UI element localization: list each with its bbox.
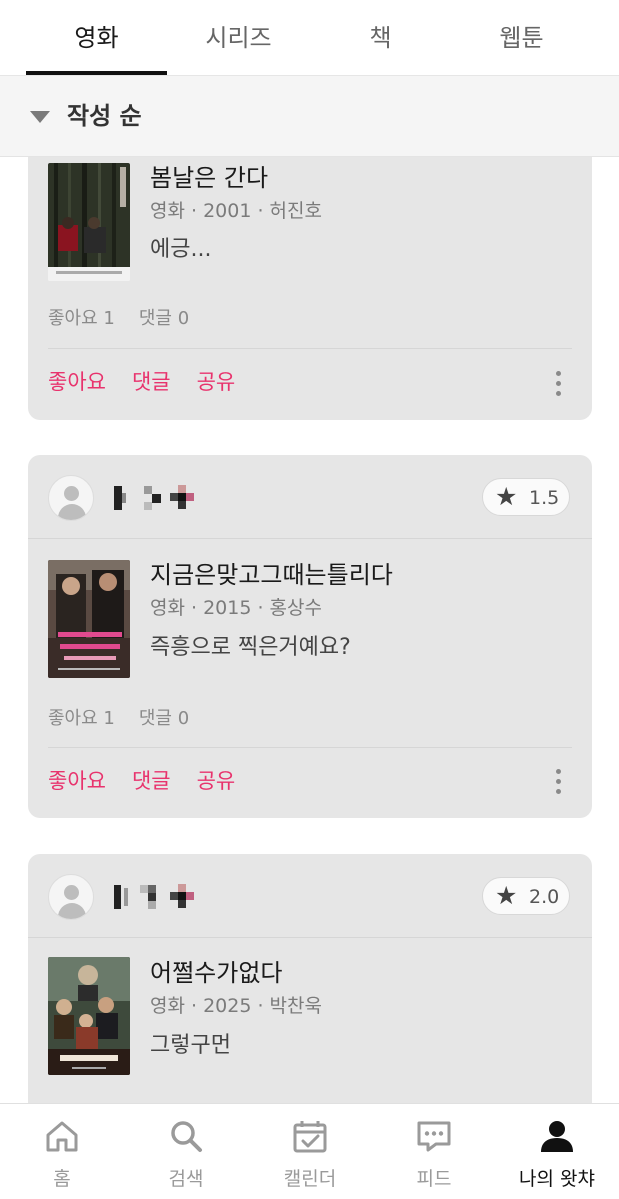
movie-title[interactable]: 어쩔수가없다	[150, 957, 282, 989]
avatar[interactable]	[48, 475, 94, 521]
like-button[interactable]: 좋아요	[48, 769, 106, 793]
username-censored[interactable]	[112, 880, 242, 914]
category-tabs: 영화 시리즈 책 웹툰	[0, 0, 619, 76]
like-count: 좋아요 1	[48, 708, 115, 729]
nav-feed[interactable]: 피드	[372, 1104, 496, 1199]
nav-calendar[interactable]: 캘린더	[248, 1104, 372, 1199]
username-censored[interactable]	[112, 481, 242, 515]
nav-search[interactable]: 검색	[124, 1104, 248, 1199]
calendar-icon	[293, 1121, 327, 1153]
nav-home[interactable]: 홈	[0, 1104, 124, 1199]
comment-card[interactable]: ★ 2.0 어쩔수가없다 영화 · 2025 · 박찬욱 그렇구먼	[28, 854, 592, 1103]
rating-score: 1.5	[529, 487, 560, 509]
comment-feed[interactable]: 봄날은 간다 영화 · 2001 · 허진호 에긍... 좋아요 1 댓글 0 좋…	[0, 157, 619, 1103]
reply-button[interactable]: 댓글	[132, 769, 171, 793]
star-icon: ★	[495, 881, 518, 910]
tab-webtoon[interactable]: 웹툰	[451, 0, 592, 76]
movie-title[interactable]: 지금은맞고그때는틀리다	[150, 559, 393, 591]
tab-series[interactable]: 시리즈	[167, 0, 310, 76]
movie-poster[interactable]	[48, 560, 130, 678]
sort-label: 작성 순	[67, 102, 142, 130]
profile-icon	[541, 1121, 573, 1152]
movie-poster[interactable]	[48, 163, 130, 281]
search-icon	[171, 1121, 202, 1152]
reply-button[interactable]: 댓글	[132, 370, 171, 394]
triangle-down-icon	[30, 111, 50, 123]
comment-stats: 좋아요 1 댓글 0	[48, 306, 213, 332]
comment-text[interactable]: 그렇구먼	[150, 1031, 231, 1061]
divider	[48, 747, 572, 748]
like-count: 좋아요 1	[48, 308, 115, 329]
star-icon: ★	[495, 482, 518, 511]
rating-score: 2.0	[529, 886, 560, 908]
movie-meta: 영화 · 2025 · 박찬욱	[150, 995, 322, 1017]
card-actions: 좋아요 댓글 공유	[48, 766, 261, 796]
avatar[interactable]	[48, 874, 94, 920]
divider	[48, 348, 572, 349]
tab-book[interactable]: 책	[310, 0, 451, 76]
movie-poster[interactable]	[48, 957, 130, 1075]
movie-meta: 영화 · 2001 · 허진호	[150, 200, 322, 222]
nav-label: 피드	[416, 1168, 452, 1190]
more-options-icon[interactable]	[556, 769, 562, 795]
sort-bar[interactable]: 작성 순	[0, 76, 619, 157]
card-header: ★ 1.5	[28, 455, 592, 539]
nav-label: 나의 왓챠	[519, 1168, 595, 1190]
rating-badge: ★ 2.0	[482, 877, 570, 915]
like-button[interactable]: 좋아요	[48, 370, 106, 394]
bottom-navigation: 홈 검색 캘린더 피드 나의 왓챠	[0, 1103, 619, 1199]
app-root: 영화 시리즈 책 웹툰 작성 순 봄날은 간다 영화 · 2001 · 허진호 …	[0, 0, 619, 1199]
comment-card[interactable]: ★ 1.5 지금은맞고그때는틀리다 영화 · 2015 · 홍상수 즉흥으로 찍…	[28, 455, 592, 818]
reply-count: 댓글 0	[138, 308, 190, 329]
share-button[interactable]: 공유	[197, 370, 236, 394]
active-tab-indicator	[26, 71, 167, 75]
rating-badge: ★ 1.5	[482, 478, 570, 516]
comment-text[interactable]: 에긍...	[150, 235, 211, 265]
more-options-icon[interactable]	[556, 371, 562, 397]
reply-count: 댓글 0	[138, 708, 190, 729]
nav-label: 검색	[168, 1168, 204, 1190]
card-actions: 좋아요 댓글 공유	[48, 367, 261, 397]
share-button[interactable]: 공유	[197, 769, 236, 793]
card-header: ★ 2.0	[28, 854, 592, 938]
nav-label: 캘린더	[283, 1168, 337, 1190]
movie-meta: 영화 · 2015 · 홍상수	[150, 597, 322, 619]
home-icon	[46, 1121, 78, 1152]
feed-chat-icon	[417, 1121, 451, 1152]
comment-card[interactable]: 봄날은 간다 영화 · 2001 · 허진호 에긍... 좋아요 1 댓글 0 좋…	[28, 157, 592, 420]
nav-my-watcha[interactable]: 나의 왓챠	[495, 1104, 619, 1199]
nav-label: 홈	[53, 1168, 71, 1190]
comment-text[interactable]: 즉흥으로 찍은거예요?	[150, 633, 351, 663]
movie-title[interactable]: 봄날은 간다	[150, 162, 268, 194]
tab-movie[interactable]: 영화	[26, 0, 167, 76]
comment-stats: 좋아요 1 댓글 0	[48, 706, 213, 732]
